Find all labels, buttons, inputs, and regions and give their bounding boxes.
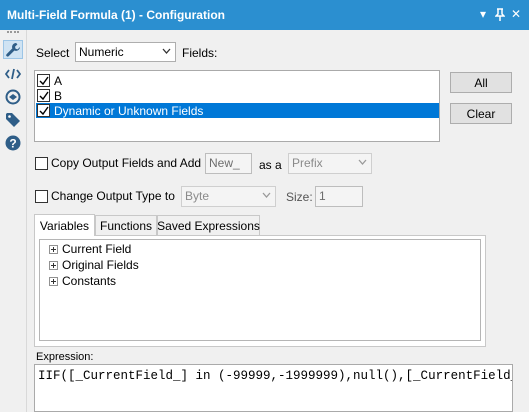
chevron-down-icon bbox=[358, 159, 367, 165]
expand-plus-icon[interactable] bbox=[49, 244, 58, 254]
output-type-value: Byte bbox=[185, 189, 210, 203]
window-menu-chevron-icon[interactable]: ▾ bbox=[480, 7, 486, 21]
copy-output-checkbox[interactable] bbox=[35, 157, 48, 170]
tree-item-label: Original Fields bbox=[62, 258, 139, 272]
size-input[interactable]: 1 bbox=[315, 186, 363, 207]
change-type-checkbox[interactable] bbox=[35, 190, 48, 203]
field-item-a[interactable]: A bbox=[36, 73, 439, 88]
expand-plus-icon[interactable] bbox=[49, 260, 58, 270]
expand-plus-icon[interactable] bbox=[49, 276, 58, 286]
tool-sidebar: ? bbox=[0, 30, 27, 412]
output-type-select[interactable]: Byte bbox=[181, 186, 276, 207]
select-label: Select bbox=[36, 46, 70, 60]
tree-item-label: Constants bbox=[62, 274, 117, 288]
tab-variables[interactable]: Variables bbox=[34, 214, 95, 236]
fields-label: Fields: bbox=[182, 46, 218, 60]
window-title: Multi-Field Formula (1) - Configuration bbox=[7, 8, 225, 22]
field-a-checkbox[interactable] bbox=[37, 74, 50, 87]
annotation-icon[interactable] bbox=[3, 87, 23, 106]
size-label: Size: bbox=[286, 190, 313, 204]
field-dynamic-checkbox[interactable] bbox=[37, 104, 50, 117]
pin-icon[interactable] bbox=[494, 8, 506, 24]
copy-output-label: Copy Output Fields and Add bbox=[51, 156, 202, 170]
field-item-b[interactable]: B bbox=[36, 88, 439, 103]
title-bar: Multi-Field Formula (1) - Configuration … bbox=[0, 0, 529, 30]
xml-code-icon[interactable] bbox=[3, 64, 23, 83]
chevron-down-icon bbox=[162, 48, 171, 54]
clear-button[interactable]: Clear bbox=[450, 103, 512, 124]
grip-dots-icon bbox=[7, 31, 19, 33]
field-type-value: Numeric bbox=[79, 45, 124, 59]
prefix-suffix-text-input[interactable]: New_ bbox=[205, 153, 252, 174]
expression-editor[interactable]: IIF([_CurrentField_] in (-99999,-1999999… bbox=[34, 364, 513, 412]
tag-icon[interactable] bbox=[3, 110, 23, 129]
svg-text:?: ? bbox=[9, 136, 16, 150]
field-type-select[interactable]: Numeric bbox=[75, 42, 176, 62]
help-icon[interactable]: ? bbox=[3, 133, 23, 152]
change-type-label: Change Output Type to bbox=[51, 189, 175, 203]
tab-saved-expressions[interactable]: Saved Expressions bbox=[157, 215, 260, 236]
tree-item-current-field[interactable]: Current Field bbox=[49, 241, 131, 257]
prefix-suffix-value: Prefix bbox=[292, 156, 323, 170]
field-b-label: B bbox=[54, 88, 63, 103]
field-b-checkbox[interactable] bbox=[37, 89, 50, 102]
chevron-down-icon bbox=[262, 192, 271, 198]
variables-tree: Current Field Original Fields Constants bbox=[39, 239, 481, 341]
field-a-label: A bbox=[54, 73, 63, 88]
expression-label: Expression: bbox=[36, 351, 94, 363]
tree-item-label: Current Field bbox=[62, 242, 132, 256]
as-a-label: as a bbox=[259, 158, 282, 172]
field-list: A B Dynamic or Unknown Fields bbox=[34, 70, 440, 142]
configuration-wrench-icon[interactable] bbox=[3, 40, 23, 59]
all-button[interactable]: All bbox=[450, 72, 512, 93]
variables-panel: Current Field Original Fields Constants bbox=[34, 235, 486, 347]
close-icon[interactable]: ✕ bbox=[511, 7, 521, 21]
tab-functions[interactable]: Functions bbox=[95, 215, 157, 236]
prefix-suffix-select[interactable]: Prefix bbox=[288, 153, 372, 174]
tree-item-constants[interactable]: Constants bbox=[49, 273, 116, 289]
field-item-dynamic[interactable]: Dynamic or Unknown Fields bbox=[36, 103, 439, 118]
field-dynamic-label: Dynamic or Unknown Fields bbox=[54, 103, 204, 118]
tree-item-original-fields[interactable]: Original Fields bbox=[49, 257, 139, 273]
